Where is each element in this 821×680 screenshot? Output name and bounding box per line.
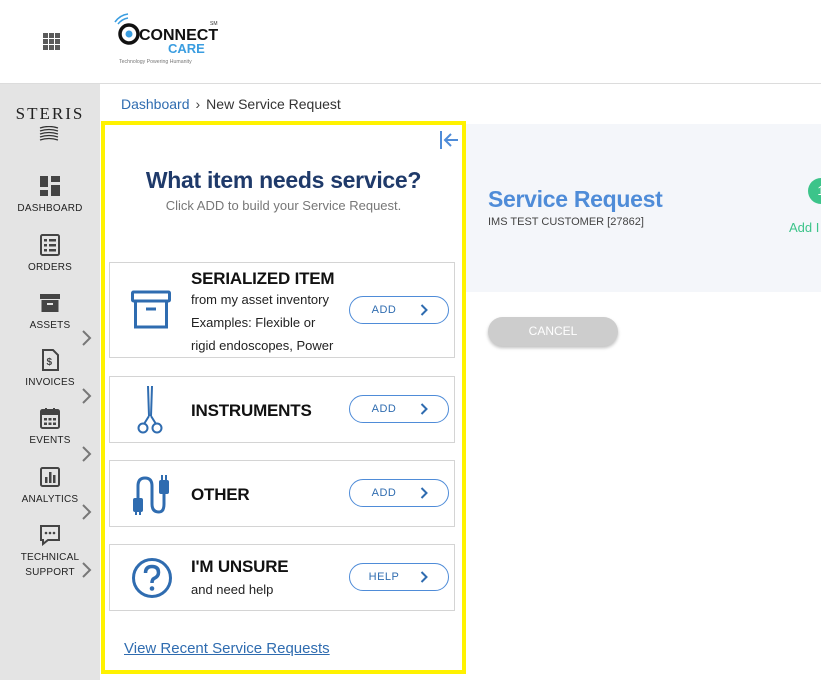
sidebar-item-label: ASSETS (29, 320, 71, 331)
add-item-link[interactable]: Add I (789, 220, 819, 235)
collapse-panel-icon[interactable] (438, 129, 460, 151)
technical-support-icon (40, 525, 60, 546)
panel-title: What item needs service? (145, 167, 422, 193)
card-description-line: and need help (191, 582, 274, 597)
button-label: HELP (368, 571, 400, 583)
svg-text:$: $ (47, 357, 53, 368)
question-circle-icon (132, 558, 172, 598)
sidebar-item-technical-support[interactable]: TECHNICAL SUPPORT (0, 524, 100, 580)
card-title: I'M UNSURE (191, 557, 289, 576)
sidebar-item-orders[interactable]: ORDERS (0, 234, 100, 275)
sidebar-item-label: SUPPORT (25, 567, 75, 578)
card-description-line: rigid endoscopes, Power (191, 338, 334, 353)
chevron-right-icon (420, 487, 428, 499)
sidebar-item-label: INVOICES (25, 377, 75, 388)
dashboard-icon (40, 176, 60, 196)
sidebar-item-events[interactable]: EVENTS (0, 407, 100, 448)
orders-icon (40, 234, 60, 256)
archive-box-icon (131, 290, 171, 329)
sidebar-item-label: TECHNICAL (20, 552, 80, 563)
customer-name: IMS TEST CUSTOMER [27862] (488, 216, 644, 228)
add-serialized-item-button[interactable]: ADD (349, 296, 449, 324)
sidebar-item-label: ANALYTICS (21, 494, 79, 505)
logo-line2: CARE (168, 41, 205, 56)
panel-subtitle: Click ADD to build your Service Request. (165, 198, 402, 213)
breadcrumb-dashboard-link[interactable]: Dashboard (121, 96, 190, 112)
button-label: ADD (371, 304, 397, 316)
logo-sm: SM (210, 21, 218, 27)
cable-plug-icon (133, 475, 169, 515)
instruments-card: INSTRUMENTS ADD (109, 376, 455, 443)
events-icon (40, 408, 60, 429)
analytics-icon (40, 467, 60, 487)
chevron-right-icon (420, 571, 428, 583)
sidebar-item-dashboard[interactable]: DASHBOARD (0, 175, 100, 216)
button-label: ADD (371, 487, 397, 499)
breadcrumb: Dashboard › New Service Request (121, 96, 341, 112)
card-title: INSTRUMENTS (191, 401, 312, 420)
sidebar-item-label: ORDERS (28, 262, 72, 273)
view-recent-requests-link[interactable]: View Recent Service Requests (124, 640, 330, 657)
connect-care-logo[interactable]: CONNECT SM CARE Technology Powering Huma… (112, 12, 224, 68)
add-instruments-button[interactable]: ADD (349, 395, 449, 423)
assets-icon (40, 294, 60, 312)
cancel-button[interactable]: CANCEL (488, 317, 618, 346)
serialized-item-card: SERIALIZED ITEM from my asset inventory … (109, 262, 455, 358)
sidebar-item-invoices[interactable]: $ INVOICES (0, 349, 100, 390)
invoices-icon: $ (42, 349, 59, 371)
unsure-card: I'M UNSURE and need help HELP (109, 544, 455, 611)
apps-grid-icon[interactable] (43, 33, 60, 50)
top-bar: CONNECT SM CARE Technology Powering Huma… (0, 0, 821, 84)
surgical-scissors-icon (137, 385, 163, 434)
logo-tagline: Technology Powering Humanity (119, 59, 192, 65)
sidebar: STERIS DASHBOARD ORDERS ASSETS $ INVOICE… (0, 84, 100, 680)
sidebar-item-label: EVENTS (29, 435, 71, 446)
sidebar-item-assets[interactable]: ASSETS (0, 292, 100, 333)
breadcrumb-current: New Service Request (206, 96, 341, 112)
card-title: SERIALIZED ITEM (191, 269, 335, 288)
add-other-button[interactable]: ADD (349, 479, 449, 507)
item-type-panel: What item needs service? Click ADD to bu… (101, 121, 466, 674)
steris-logo-icon (39, 126, 59, 141)
other-card: OTHER ADD (109, 460, 455, 527)
breadcrumb-separator: › (195, 96, 201, 112)
card-description-line: from my asset inventory (191, 292, 329, 307)
card-title: OTHER (191, 485, 250, 504)
help-button[interactable]: HELP (349, 563, 449, 591)
page-title: Service Request (488, 186, 663, 212)
sidebar-item-label: DASHBOARD (17, 203, 83, 214)
sidebar-item-analytics[interactable]: ANALYTICS (0, 466, 100, 507)
button-label: ADD (371, 403, 397, 415)
chevron-right-icon (420, 304, 428, 316)
steris-brand: STERIS (15, 104, 85, 123)
card-description-line: Examples: Flexible or (191, 315, 316, 330)
chevron-right-icon (420, 403, 428, 415)
